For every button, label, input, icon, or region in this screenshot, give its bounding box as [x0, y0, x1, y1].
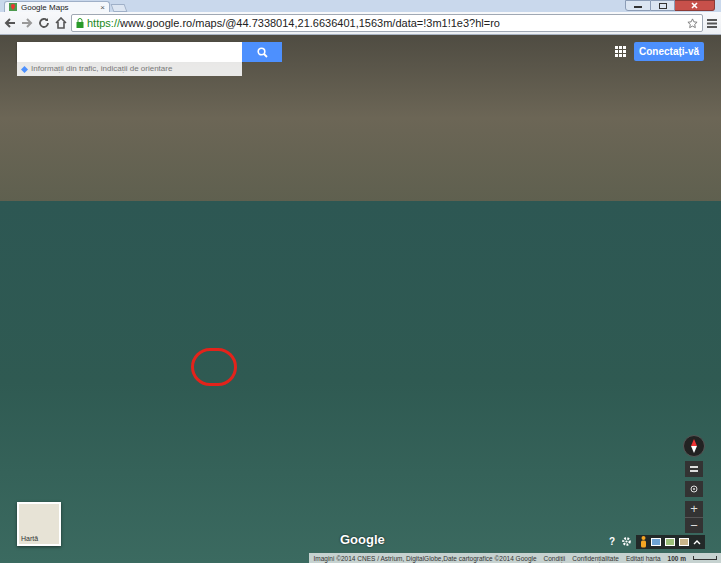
tab-title: Google Maps [21, 3, 96, 12]
map-marker-circle [191, 348, 237, 386]
search-panel: Informații din trafic, indicații de orie… [17, 42, 282, 76]
directions-hint-text: Informații din trafic, indicații de orie… [31, 64, 172, 74]
zoom-out-button[interactable]: − [685, 517, 703, 533]
forward-button[interactable] [20, 15, 34, 31]
browser-tab[interactable]: Google Maps × [4, 1, 110, 12]
sign-in-button[interactable]: Conectați-vă [634, 42, 704, 61]
layer-thumb-terrain[interactable] [665, 538, 675, 546]
apps-grid-icon[interactable] [615, 46, 626, 57]
footer-link[interactable]: Editați harta [626, 554, 661, 563]
top-right-controls: Conectați-vă [615, 42, 704, 61]
compass-icon [688, 439, 700, 453]
bookmark-star-icon[interactable] [687, 18, 698, 29]
bottom-right-tools: ? [607, 534, 705, 549]
address-text: https://www.google.ro/maps/@44.7338014,2… [87, 17, 684, 30]
lock-icon [76, 18, 84, 28]
tab-close[interactable]: × [100, 3, 105, 12]
tilt-control[interactable] [685, 461, 703, 477]
forward-arrow-icon [21, 17, 33, 29]
minimize-icon [634, 4, 642, 8]
close-button[interactable] [675, 0, 715, 11]
toolbar: https://www.google.ro/maps/@44.7338014,2… [0, 12, 721, 35]
home-button[interactable] [54, 15, 68, 31]
attribution-bar: Imagini ©2014 CNES / Astrium, DigitalGlo… [309, 553, 721, 563]
help-button[interactable]: ? [607, 534, 617, 549]
attribution-text: Imagini ©2014 CNES / Astrium, DigitalGlo… [313, 554, 536, 563]
directions-icon [21, 66, 28, 73]
google-logo: Google [340, 530, 385, 550]
maps-favicon-icon [9, 3, 17, 11]
expand-chevron-icon[interactable] [693, 539, 701, 545]
maximize-icon [659, 3, 667, 9]
window-controls [625, 0, 715, 11]
layer-thumb-earth[interactable] [651, 538, 661, 546]
footer-link[interactable]: Confidențialitate [572, 554, 619, 563]
hamburger-menu-icon [707, 19, 717, 28]
layers-bar [636, 535, 705, 549]
chrome-menu-button[interactable] [706, 15, 718, 31]
magnifier-icon [257, 47, 268, 58]
search-button[interactable] [242, 42, 282, 62]
reload-icon [38, 17, 50, 29]
zoom-controls: +− [685, 501, 703, 533]
scale-bar [693, 556, 717, 560]
address-bar[interactable]: https://www.google.ro/maps/@44.7338014,2… [71, 14, 703, 32]
minimize-button[interactable] [625, 0, 651, 11]
compass-control[interactable] [683, 435, 705, 457]
map-type-label: Hartă [21, 534, 38, 543]
reload-button[interactable] [37, 15, 51, 31]
close-icon [691, 2, 698, 9]
settings-gear-icon[interactable] [621, 536, 632, 547]
tab-strip: Google Maps × [0, 0, 721, 12]
back-button[interactable] [3, 15, 17, 31]
zoom-in-button[interactable]: + [685, 501, 703, 517]
my-location-control[interactable] [685, 481, 703, 497]
scale-label: 100 m [668, 554, 686, 563]
map-type-thumbnail[interactable]: Hartă [17, 502, 61, 546]
map-view[interactable]: Informații din trafic, indicații de orie… [0, 35, 721, 563]
home-icon [55, 17, 67, 29]
tilt-icon [690, 466, 698, 472]
location-icon [690, 485, 698, 493]
pegman-icon[interactable] [640, 536, 647, 548]
satellite-imagery-bottom [0, 201, 721, 563]
layer-thumb-photos[interactable] [679, 538, 689, 546]
browser-window: Google Maps × https://www.google.ro/maps/@… [0, 0, 721, 563]
new-tab-button[interactable] [111, 4, 128, 12]
right-map-controls: +− [683, 435, 705, 533]
search-input[interactable] [17, 42, 242, 62]
back-arrow-icon [4, 17, 16, 29]
footer-link[interactable]: Condiții [544, 554, 566, 563]
directions-hint[interactable]: Informații din trafic, indicații de orie… [17, 62, 242, 76]
maximize-button[interactable] [651, 0, 675, 11]
